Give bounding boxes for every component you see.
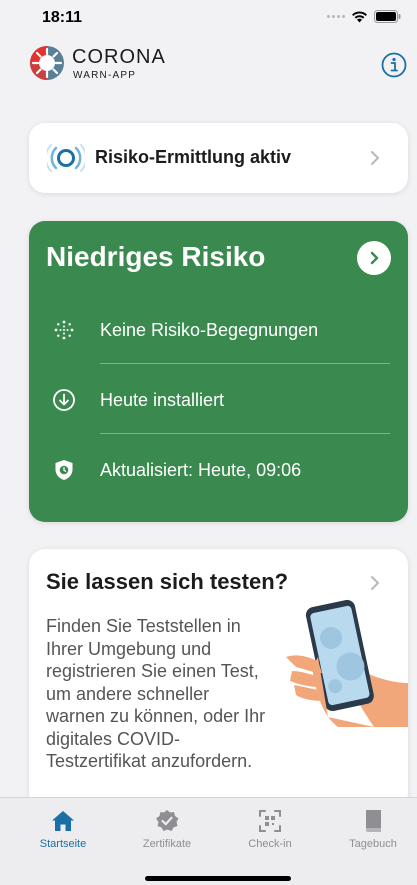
qr-scan-icon bbox=[259, 810, 281, 832]
tab-check-in[interactable]: Check-in bbox=[225, 808, 315, 858]
wifi-icon bbox=[352, 10, 367, 22]
download-circle-icon bbox=[53, 389, 75, 411]
risk-row-updated-text: Aktualisiert: Heute, 09:06 bbox=[100, 460, 302, 480]
logo-title: CORONA bbox=[72, 46, 166, 68]
book-icon bbox=[366, 810, 381, 832]
risk-row-updated: Aktualisiert: Heute, 09:06 bbox=[46, 434, 391, 504]
risk-row-encounters: Keine Risiko-Begegnungen bbox=[46, 294, 391, 364]
home-indicator[interactable] bbox=[145, 876, 291, 881]
status-time: 18:11 bbox=[42, 9, 83, 26]
tab-label: Tagebuch bbox=[349, 838, 397, 850]
status-icons bbox=[327, 10, 401, 23]
virus-dots-icon bbox=[54, 320, 74, 340]
test-card-title: Sie lassen sich testen? bbox=[46, 569, 289, 594]
tab-label: Startseite bbox=[39, 838, 87, 850]
shield-clock-icon bbox=[55, 460, 73, 480]
corona-warn-app-logo-icon bbox=[30, 46, 64, 80]
chevron-right-icon bbox=[371, 151, 379, 165]
risk-row-installed-text: Heute installiert bbox=[100, 390, 225, 410]
test-registration-card[interactable]: Sie lassen sich testen? Finden Sie Tests… bbox=[29, 549, 408, 809]
hand-holding-phone-illustration bbox=[286, 599, 408, 727]
home-icon bbox=[52, 811, 74, 831]
risk-tracing-card[interactable]: Risiko-Ermittlung aktiv bbox=[29, 123, 408, 193]
signal-icon bbox=[327, 15, 345, 18]
tab-label: Zertifikate bbox=[142, 838, 192, 850]
app-header: CORONA WARN-APP bbox=[0, 38, 417, 94]
chevron-right-icon bbox=[371, 576, 379, 590]
status-bar: 18:11 bbox=[0, 0, 417, 36]
risk-row-encounters-text: Keine Risiko-Begegnungen bbox=[100, 320, 319, 340]
info-circle-icon[interactable] bbox=[381, 52, 407, 78]
tracing-waves-icon bbox=[47, 144, 85, 172]
tab-tagebuch[interactable]: Tagebuch bbox=[328, 808, 417, 858]
chevron-right-icon bbox=[370, 251, 379, 265]
tracing-status-label: Risiko-Ermittlung aktiv bbox=[95, 147, 292, 167]
tab-bar: Startseite Zertifikate Check-in Tagebuch bbox=[0, 797, 417, 885]
logo-subtitle: WARN-APP bbox=[73, 70, 137, 81]
risk-status-card[interactable]: Niedriges Risiko Keine Risiko-Begegnunge… bbox=[29, 221, 408, 522]
risk-row-installed: Heute installiert bbox=[46, 364, 391, 434]
battery-icon bbox=[374, 10, 401, 23]
risk-level-title: Niedriges Risiko bbox=[46, 241, 266, 272]
certificate-badge-icon bbox=[156, 810, 179, 831]
tab-zertifikate[interactable]: Zertifikate bbox=[122, 808, 212, 858]
tab-startseite[interactable]: Startseite bbox=[18, 808, 108, 858]
test-card-description: Finden Sie Teststellen in Ihrer Umgebung… bbox=[46, 616, 266, 771]
tab-label: Check-in bbox=[248, 838, 292, 850]
risk-details-button[interactable] bbox=[357, 241, 391, 275]
